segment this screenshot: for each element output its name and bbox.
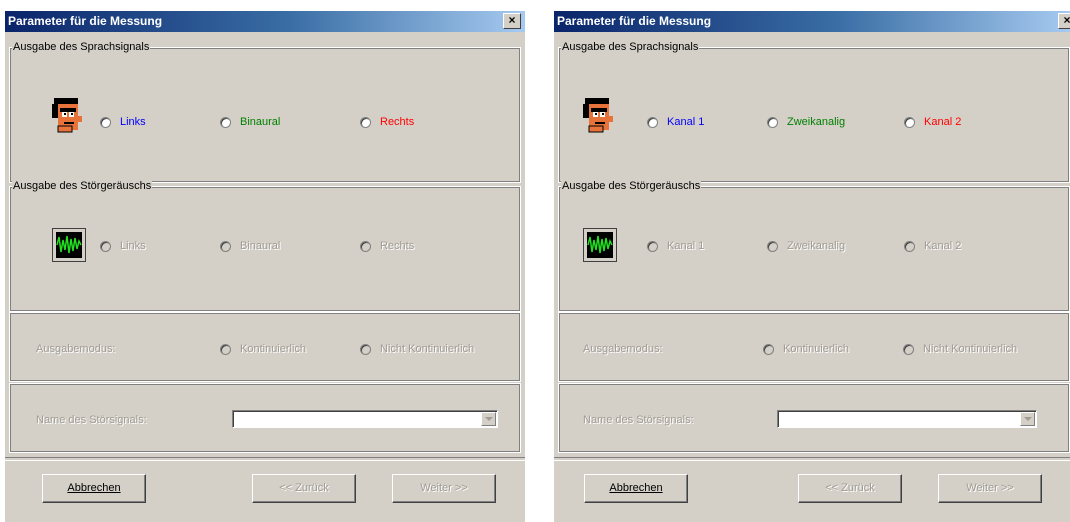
- radio-circle[interactable]: [100, 241, 111, 252]
- cancel-button-label: Abbrechen: [609, 482, 663, 494]
- dialog-title: Parameter für die Messung: [557, 14, 712, 28]
- noise-output-legend: Ausgabe des Störgeräuschs: [12, 180, 153, 192]
- noise-waveform-icon: [52, 228, 86, 262]
- noise-option-channel-1-label: Kanal 1: [667, 240, 705, 252]
- radio-circle[interactable]: [763, 344, 774, 355]
- output-mode-group: Ausgabemodus: Kontinuierlich Nicht Konti…: [9, 312, 521, 382]
- cancel-button[interactable]: Abbrechen: [42, 474, 146, 503]
- speech-option-two-channel-label: Zweikanalig: [787, 116, 846, 128]
- noise-signal-name-select[interactable]: [232, 410, 498, 428]
- cancel-button-label: Abbrechen: [67, 482, 121, 494]
- back-button[interactable]: << Zurück: [252, 474, 356, 503]
- measurement-parameters-dialog-right: Parameter für die Messung × Ausgabe des …: [554, 11, 1070, 522]
- noise-option-channel-2-label: Kanal 2: [924, 240, 962, 252]
- cancel-button[interactable]: Abbrechen: [584, 474, 688, 503]
- speech-output-group: Ausgabe des Sprachsignals Links Binaural: [9, 41, 521, 183]
- output-mode-label: Ausgabemodus:: [36, 343, 116, 355]
- noise-signal-group: Name des Störsignals:: [9, 383, 521, 453]
- noise-option-binaural-label: Binaural: [240, 240, 281, 252]
- noise-signal-group: Name des Störsignals:: [558, 383, 1070, 453]
- noise-output-group: Ausgabe des Störgeräuschs Kanal 1 Zweika…: [558, 180, 1070, 312]
- speech-option-right-label: Rechts: [380, 116, 415, 128]
- mode-option-non-continuous-label: Nicht Kontinuierlich: [380, 343, 475, 355]
- radio-circle[interactable]: [100, 117, 111, 128]
- radio-circle[interactable]: [904, 241, 915, 252]
- output-mode-label: Ausgabemodus:: [583, 343, 663, 355]
- speech-output-legend: Ausgabe des Sprachsignals: [561, 41, 700, 53]
- mode-option-continuous-label: Kontinuierlich: [240, 343, 307, 355]
- button-separator: [5, 457, 525, 461]
- close-button[interactable]: ×: [503, 13, 521, 29]
- radio-circle[interactable]: [903, 344, 914, 355]
- noise-signal-name-label: Name des Störsignals:: [583, 414, 694, 426]
- measurement-parameters-dialog-left: Parameter für die Messung × Ausgabe des …: [5, 11, 525, 522]
- next-button[interactable]: Weiter >>: [938, 474, 1042, 503]
- radio-circle[interactable]: [220, 344, 231, 355]
- radio-circle[interactable]: [220, 241, 231, 252]
- back-button-label: << Zurück: [279, 482, 329, 494]
- radio-circle[interactable]: [904, 117, 915, 128]
- speech-option-channel-1-label: Kanal 1: [667, 116, 705, 128]
- button-separator: [554, 457, 1070, 461]
- radio-circle[interactable]: [647, 117, 658, 128]
- noise-output-legend: Ausgabe des Störgeräuschs: [561, 180, 702, 192]
- title-bar[interactable]: Parameter für die Messung ×: [554, 11, 1070, 32]
- speech-option-channel-2-label: Kanal 2: [924, 116, 962, 128]
- radio-circle[interactable]: [360, 241, 371, 252]
- speech-output-group: Ausgabe des Sprachsignals Kanal 1 Zweika…: [558, 41, 1070, 183]
- title-bar[interactable]: Parameter für die Messung ×: [5, 11, 525, 32]
- output-mode-group: Ausgabemodus: Kontinuierlich Nicht Konti…: [558, 312, 1070, 382]
- speech-option-left-label: Links: [120, 116, 146, 128]
- chevron-down-icon[interactable]: [1020, 412, 1035, 426]
- noise-signal-name-label: Name des Störsignals:: [36, 414, 147, 426]
- next-button-label: Weiter >>: [420, 482, 468, 494]
- noise-option-two-channel-label: Zweikanalig: [787, 240, 846, 252]
- radio-circle[interactable]: [360, 344, 371, 355]
- next-button[interactable]: Weiter >>: [392, 474, 496, 503]
- radio-circle[interactable]: [767, 117, 778, 128]
- back-button[interactable]: << Zurück: [798, 474, 902, 503]
- speech-option-binaural-label: Binaural: [240, 116, 281, 128]
- noise-waveform-icon: [583, 228, 617, 262]
- speaker-face-icon: [579, 96, 617, 134]
- noise-option-right-label: Rechts: [380, 240, 415, 252]
- speaker-face-icon: [48, 96, 86, 134]
- mode-option-non-continuous-label: Nicht Kontinuierlich: [923, 343, 1018, 355]
- radio-circle[interactable]: [360, 117, 371, 128]
- dialog-title: Parameter für die Messung: [8, 14, 163, 28]
- back-button-label: << Zurück: [825, 482, 875, 494]
- noise-option-left-label: Links: [120, 240, 146, 252]
- radio-circle[interactable]: [220, 117, 231, 128]
- close-button[interactable]: ×: [1058, 13, 1070, 29]
- radio-circle[interactable]: [647, 241, 658, 252]
- next-button-label: Weiter >>: [966, 482, 1014, 494]
- speech-output-legend: Ausgabe des Sprachsignals: [12, 41, 151, 53]
- noise-signal-name-select[interactable]: [777, 410, 1037, 428]
- radio-circle[interactable]: [767, 241, 778, 252]
- noise-output-group: Ausgabe des Störgeräuschs Links Binaural…: [9, 180, 521, 312]
- mode-option-continuous-label: Kontinuierlich: [783, 343, 850, 355]
- chevron-down-icon[interactable]: [481, 412, 496, 426]
